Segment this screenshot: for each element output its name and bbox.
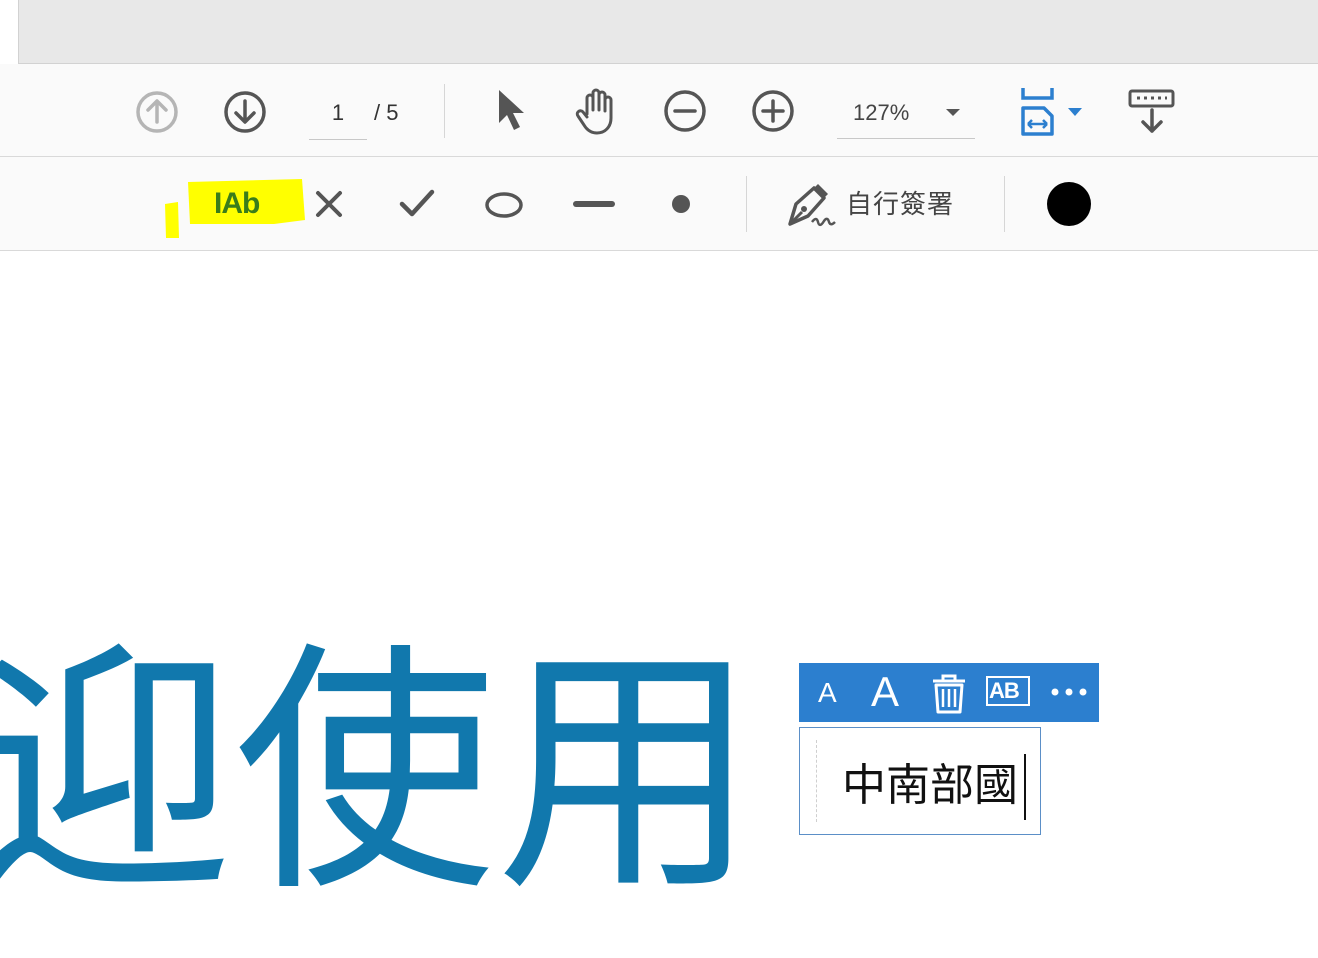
- cross-mark-icon[interactable]: [314, 189, 344, 219]
- select-cursor-icon[interactable]: [494, 87, 528, 133]
- increase-font-size-button[interactable]: A: [871, 669, 899, 715]
- toolbar-divider: [444, 84, 445, 138]
- window-left-gap: [0, 0, 18, 64]
- text-box-style-button[interactable]: AB: [986, 676, 1030, 706]
- previous-page-icon[interactable]: [134, 89, 180, 135]
- text-box-style-label: AB: [989, 678, 1020, 703]
- zoom-in-icon[interactable]: [749, 88, 797, 134]
- checkmark-icon[interactable]: [399, 189, 435, 219]
- add-text-tool[interactable]: IAb: [212, 184, 274, 224]
- sign-yourself-label: 自行簽署: [846, 190, 955, 220]
- page-number-input[interactable]: 1: [309, 96, 367, 140]
- zoom-level-value: 127%: [853, 100, 910, 125]
- page-number-value: 1: [331, 100, 345, 125]
- pen-nib-icon: [788, 184, 836, 227]
- color-picker-swatch[interactable]: [1047, 182, 1091, 226]
- page-total-label: / 5: [374, 100, 399, 125]
- scroll-mode-icon[interactable]: [1127, 88, 1177, 136]
- sign-yourself-button[interactable]: 自行簽署: [784, 180, 960, 232]
- text-field-value: 中南部國: [842, 760, 1018, 811]
- document-heading: 迎使用: [0, 621, 758, 926]
- dot-icon[interactable]: [670, 193, 692, 215]
- toolbar-divider: [746, 176, 747, 232]
- text-field[interactable]: 中南部國: [799, 727, 1041, 835]
- hand-tool-icon[interactable]: [573, 86, 621, 136]
- trash-icon[interactable]: [930, 673, 968, 715]
- text-field-guide: [816, 740, 818, 822]
- toolbar-divider: [1004, 176, 1005, 232]
- zoom-level-dropdown[interactable]: 127%: [837, 96, 975, 139]
- text-caret: [1024, 754, 1026, 820]
- more-options-icon[interactable]: [1050, 687, 1088, 697]
- next-page-icon[interactable]: [222, 89, 268, 135]
- decrease-font-size-button[interactable]: A: [818, 677, 837, 709]
- chevron-down-icon: [946, 109, 960, 116]
- navigation-toolbar: [0, 64, 1318, 157]
- add-text-label: IAb: [214, 187, 260, 220]
- ellipse-icon[interactable]: [484, 191, 524, 219]
- text-field-toolbar: A A AB: [799, 663, 1099, 722]
- fit-page-icon[interactable]: [1018, 86, 1084, 138]
- zoom-out-icon[interactable]: [661, 88, 709, 134]
- title-bar: [18, 0, 1318, 64]
- line-icon[interactable]: [573, 198, 615, 210]
